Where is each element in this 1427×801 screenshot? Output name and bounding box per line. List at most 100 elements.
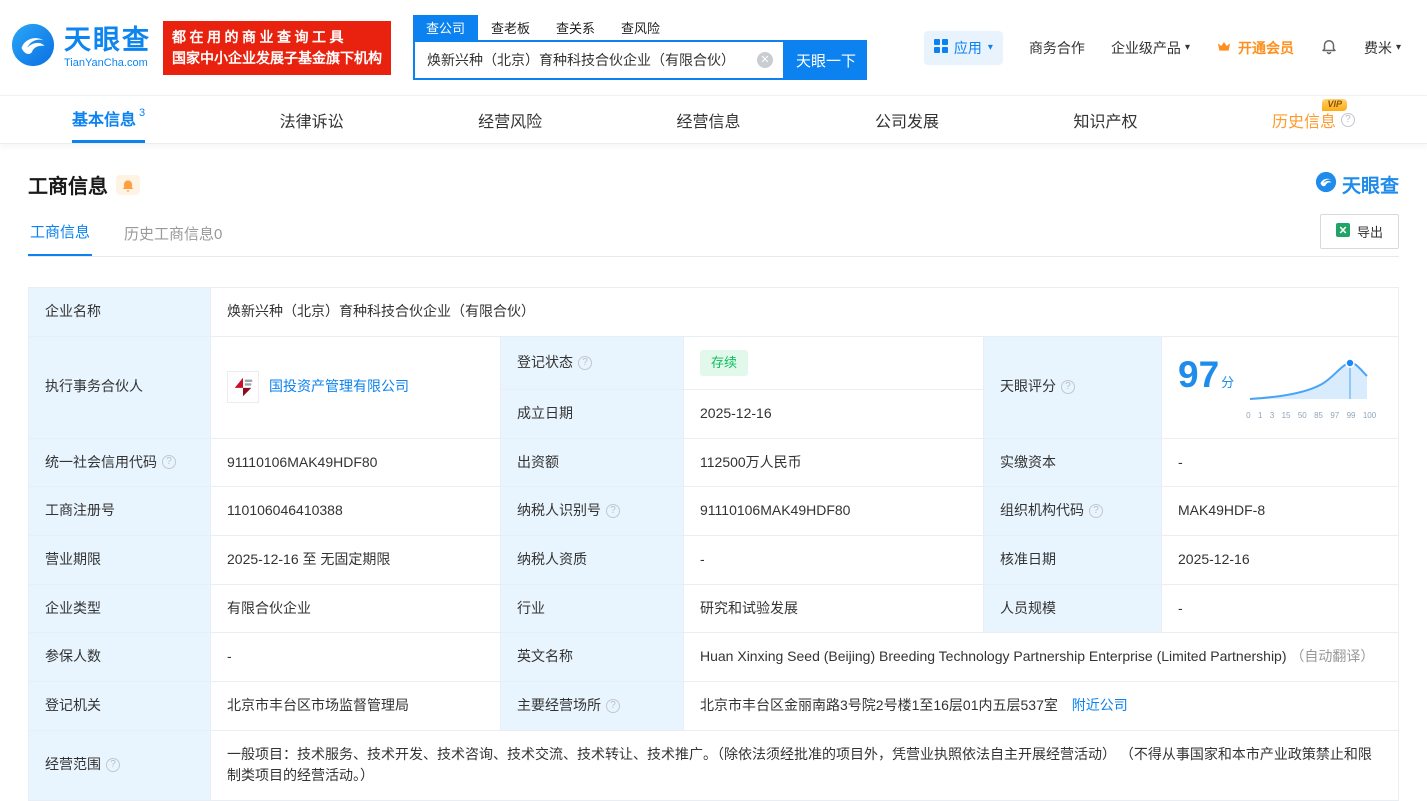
search-tab-risk[interactable]: 查风险 bbox=[608, 15, 673, 40]
user-name: 费米 bbox=[1363, 39, 1392, 56]
capital-value: 112500万人民币 bbox=[683, 437, 984, 488]
apps-label: 应用 bbox=[953, 39, 982, 56]
subscribe-bell-icon[interactable] bbox=[116, 174, 140, 195]
business-info-subtabs: 工商信息 历史工商信息0 导出 bbox=[28, 209, 1399, 257]
capital-label: 出资额 bbox=[500, 437, 684, 488]
help-icon[interactable] bbox=[606, 504, 620, 519]
top-right-nav: 应用 商务合作 企业级产品 开通会员 费米 bbox=[923, 30, 1401, 65]
apps-grid-icon bbox=[933, 39, 948, 56]
english-name-cell: Huan Xinxing Seed (Beijing) Breeding Tec… bbox=[683, 632, 1399, 682]
table-row: 统一社会信用代码 91110106MAK49HDF80 出资额 112500万人… bbox=[28, 437, 1399, 488]
table-row: 经营范围 一般项目：技术服务、技术开发、技术咨询、技术交流、技术转让、技术推广。… bbox=[28, 729, 1399, 801]
help-icon[interactable] bbox=[1089, 504, 1103, 519]
tab-company-development[interactable]: 公司发展 bbox=[875, 96, 939, 143]
help-icon[interactable] bbox=[606, 698, 620, 713]
paidin-capital-label: 实缴资本 bbox=[983, 437, 1162, 488]
table-row: 登记机关 北京市丰台区市场监督管理局 主要经营场所 北京市丰台区金丽南路3号院2… bbox=[28, 680, 1399, 731]
table-row: 企业类型 有限合伙企业 行业 研究和试验发展 人员规模 - bbox=[28, 583, 1399, 634]
business-address-label: 主要经营场所 bbox=[500, 680, 684, 731]
tab-intellectual-property[interactable]: 知识产权 bbox=[1073, 96, 1137, 143]
partner-company-link[interactable]: 国投资产管理有限公司 bbox=[269, 376, 409, 398]
clear-icon[interactable] bbox=[757, 52, 773, 68]
nav-enterprise-label: 企业级产品 bbox=[1110, 39, 1181, 56]
user-menu[interactable]: 费米 bbox=[1364, 38, 1401, 58]
subtab-business-info[interactable]: 工商信息 bbox=[28, 209, 93, 256]
promo-banner: 都在用的商业查询工具 国家中小企业发展子基金旗下机构 bbox=[163, 20, 391, 75]
promo-line2: 国家中小企业发展子基金旗下机构 bbox=[172, 49, 382, 66]
tab-basic-info-badge: 3 bbox=[139, 107, 146, 119]
export-label: 导出 bbox=[1356, 225, 1383, 240]
credit-code-label: 统一社会信用代码 bbox=[28, 437, 211, 488]
tab-operating-info[interactable]: 经营信息 bbox=[677, 96, 741, 143]
section-title: 工商信息 bbox=[28, 176, 108, 198]
paidin-capital-value: - bbox=[1161, 437, 1399, 488]
top-header: 天眼查 TianYanCha.com 都在用的商业查询工具 国家中小企业发展子基… bbox=[0, 0, 1427, 95]
export-button[interactable]: 导出 bbox=[1319, 214, 1399, 249]
business-info-table: 企业名称 焕新兴种（北京）育种科技合伙企业（有限合伙） 执行事务合伙人 国投资产… bbox=[28, 287, 1399, 801]
search-tab-company[interactable]: 查公司 bbox=[413, 15, 479, 40]
help-icon[interactable] bbox=[106, 758, 120, 773]
logo-name-en: TianYanCha.com bbox=[64, 57, 148, 70]
subtab-history-business-info[interactable]: 历史工商信息0 bbox=[122, 211, 224, 256]
credit-code-value: 91110106MAK49HDF80 bbox=[210, 437, 501, 488]
crown-icon bbox=[1216, 38, 1232, 57]
chevron-down-icon bbox=[1185, 42, 1190, 53]
nearby-companies-link[interactable]: 附近公司 bbox=[1072, 697, 1128, 713]
logo-name-cn: 天眼查 bbox=[64, 24, 151, 55]
chevron-down-icon bbox=[1396, 42, 1401, 53]
table-row: 企业名称 焕新兴种（北京）育种科技合伙企业（有限合伙） bbox=[28, 287, 1399, 337]
english-name-value: Huan Xinxing Seed (Beijing) Breeding Tec… bbox=[700, 648, 1287, 665]
search-area: 查公司 查老板 查关系 查风险 天眼一下 bbox=[413, 15, 867, 80]
insured-count-label: 参保人数 bbox=[28, 632, 211, 682]
executive-partner-cell: 国投资产管理有限公司 bbox=[210, 335, 501, 439]
apps-menu[interactable]: 应用 bbox=[923, 30, 1003, 65]
help-icon[interactable] bbox=[578, 355, 592, 370]
founded-date-value: 2025-12-16 bbox=[683, 388, 984, 439]
tianyan-score-cell: 97 分 0 1 3 15 50 85 97 99 100 bbox=[1161, 335, 1399, 439]
tab-history-info-label: 历史信息 bbox=[1271, 113, 1336, 131]
help-icon[interactable] bbox=[162, 455, 176, 470]
tab-basic-info[interactable]: 基本信息 3 bbox=[72, 96, 146, 143]
search-tab-relation[interactable]: 查关系 bbox=[543, 15, 608, 40]
main-content: 工商信息 天眼查 工商信息 历史工商信息0 导出 企业名称 焕新兴种（北京）育种… bbox=[0, 170, 1427, 801]
notification-bell-icon[interactable] bbox=[1320, 37, 1338, 58]
registration-number-label: 工商注册号 bbox=[28, 486, 211, 536]
open-vip-button[interactable]: 开通会员 bbox=[1216, 38, 1294, 58]
tianyancha-logo[interactable]: 天眼查 TianYanCha.com bbox=[10, 22, 151, 73]
chevron-down-icon bbox=[988, 42, 993, 53]
company-name-value: 焕新兴种（北京）育种科技合伙企业（有限合伙） bbox=[210, 287, 1399, 337]
company-name-label: 企业名称 bbox=[28, 287, 211, 337]
business-address-value: 北京市丰台区金丽南路3号院2号楼1至16层01内五层537室 bbox=[700, 696, 1058, 713]
tab-history-info[interactable]: VIP 历史信息 bbox=[1272, 96, 1355, 143]
founded-date-label: 成立日期 bbox=[500, 388, 684, 439]
registration-number-value: 110106046410388 bbox=[210, 486, 501, 536]
taxpayer-quality-label: 纳税人资质 bbox=[500, 534, 684, 585]
industry-value: 研究和试验发展 bbox=[683, 583, 984, 634]
table-row: 营业期限 2025-12-16 至 无固定期限 纳税人资质 - 核准日期 202… bbox=[28, 534, 1399, 585]
tianyancha-watermark: 天眼查 bbox=[1315, 171, 1399, 199]
nav-enterprise[interactable]: 企业级产品 bbox=[1111, 38, 1190, 58]
help-icon[interactable] bbox=[1061, 380, 1075, 395]
registration-status-label: 登记状态 bbox=[500, 335, 684, 390]
taxpayer-quality-value: - bbox=[683, 534, 984, 585]
tab-legal-proceedings[interactable]: 法律诉讼 bbox=[280, 96, 344, 143]
score-curve-chart: 0 1 3 15 50 85 97 99 100 bbox=[1246, 356, 1376, 422]
tab-basic-info-label: 基本信息 bbox=[72, 112, 137, 129]
industry-label: 行业 bbox=[500, 583, 684, 634]
nav-cooperation[interactable]: 商务合作 bbox=[1029, 38, 1085, 58]
english-name-note: （自动翻译） bbox=[1290, 648, 1375, 665]
registry-authority-label: 登记机关 bbox=[28, 680, 211, 731]
registry-authority-value: 北京市丰台区市场监督管理局 bbox=[210, 680, 501, 731]
search-input[interactable] bbox=[425, 51, 757, 69]
search-button[interactable]: 天眼一下 bbox=[785, 40, 867, 80]
help-icon[interactable] bbox=[1340, 112, 1355, 127]
excel-icon bbox=[1335, 223, 1350, 240]
org-code-value: MAK49HDF-8 bbox=[1161, 486, 1399, 536]
open-vip-label: 开通会员 bbox=[1237, 39, 1294, 56]
status-badge: 存续 bbox=[700, 349, 749, 376]
company-type-value: 有限合伙企业 bbox=[210, 583, 501, 634]
staff-size-value: - bbox=[1161, 583, 1399, 634]
search-tab-boss[interactable]: 查老板 bbox=[478, 15, 543, 40]
table-row: 工商注册号 110106046410388 纳税人识别号 91110106MAK… bbox=[28, 486, 1399, 536]
tab-operating-risk[interactable]: 经营风险 bbox=[478, 96, 542, 143]
